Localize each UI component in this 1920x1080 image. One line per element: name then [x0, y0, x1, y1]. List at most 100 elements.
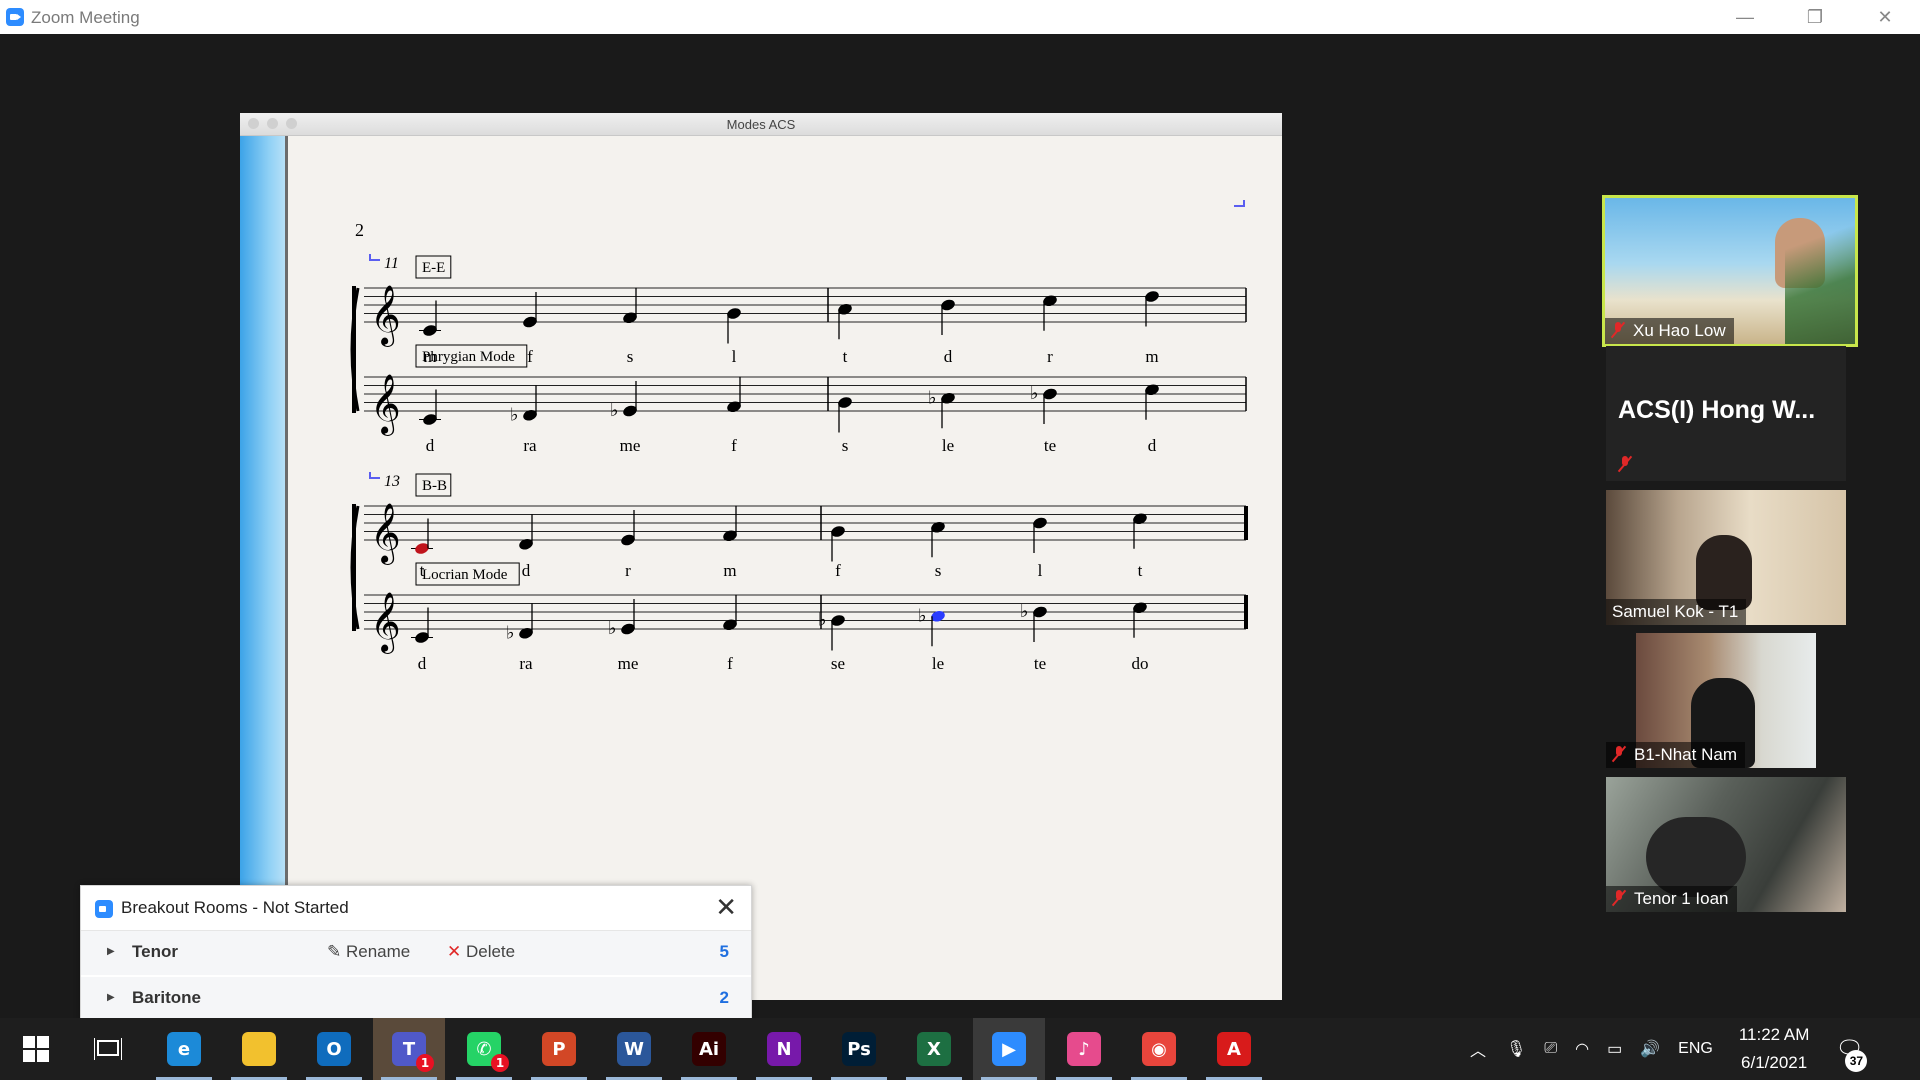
wifi-icon[interactable]: ◠	[1575, 1039, 1589, 1059]
photoshop-taskbar-button[interactable]: Ps	[823, 1018, 895, 1080]
microphone-icon[interactable]: 🎙	[1506, 1039, 1526, 1059]
treble-clef-icon: 𝄞	[370, 592, 401, 654]
participant-name: Samuel Kok - T1	[1612, 602, 1739, 621]
muted-mic-icon	[1612, 746, 1626, 762]
window-title: Zoom Meeting	[31, 8, 140, 27]
cue-mark	[1234, 200, 1245, 207]
solfege-syllable: l	[1038, 561, 1043, 580]
volume-icon[interactable]: 🔊	[1640, 1039, 1660, 1059]
solfege-syllable: l	[732, 347, 737, 366]
outlook-taskbar-button[interactable]: O	[298, 1018, 370, 1080]
itunes-taskbar-button[interactable]: ♪	[1048, 1018, 1120, 1080]
flat-sign: ♭	[1020, 601, 1029, 622]
flat-sign: ♭	[928, 387, 937, 408]
solfege-syllable: r	[1047, 347, 1053, 366]
solfege-syllable: ra	[523, 436, 537, 455]
solfege-syllable: r	[625, 561, 631, 580]
clock-time: 11:22 AM	[1738, 1025, 1810, 1044]
powerpoint-taskbar-button[interactable]: P	[523, 1018, 595, 1080]
solfege-syllable: le	[932, 654, 944, 673]
file-explorer-taskbar-button[interactable]	[223, 1018, 295, 1080]
participant-video	[1646, 817, 1746, 897]
solfege-syllable: ra	[519, 654, 533, 673]
expand-arrow-icon[interactable]: ▶	[107, 992, 115, 1003]
taskbar: e O T 1 ✆ 1 P W Ai N Ps X ▶ ♪ ◉ A ︿ 🎙 ⎚ ◠ ▭ 🔊 ENG 11:22…	[0, 1018, 1920, 1080]
photoshop-icon: Ps	[842, 1032, 876, 1066]
windows-icon	[23, 1036, 49, 1062]
system-tray: ︿ 🎙 ⎚ ◠ ▭ 🔊 ENG 11:22 AM 6/1/2021 🗨 37	[1470, 1018, 1868, 1080]
score-window-title: Modes ACS	[726, 117, 796, 132]
word-taskbar-button[interactable]: W	[598, 1018, 670, 1080]
solfege-syllable: te	[1034, 654, 1046, 673]
room-name: Baritone	[132, 988, 201, 1007]
solfege-syllable: d	[1148, 436, 1157, 455]
solfege-syllable: t	[1138, 561, 1143, 580]
illustrator-taskbar-button[interactable]: Ai	[673, 1018, 745, 1080]
breakout-room-row[interactable]: ▶ Tenor ✎ Rename ✕ Delete 5	[81, 931, 751, 977]
mode-label: Phrygian Mode	[422, 349, 515, 365]
edge-taskbar-button[interactable]: e	[148, 1018, 220, 1080]
acrobat-taskbar-button[interactable]: A	[1198, 1018, 1270, 1080]
participant-tile[interactable]: Samuel Kok - T1	[1606, 490, 1846, 625]
flat-sign: ♭	[608, 618, 617, 639]
page-number: 2	[355, 220, 364, 240]
zoom-icon	[95, 900, 113, 918]
teams-taskbar-button[interactable]: T1	[373, 1018, 445, 1080]
solfege-syllable: me	[618, 654, 639, 673]
participant-tile[interactable]: B1-Nhat Nam	[1606, 633, 1846, 768]
participant-tile[interactable]: ACS(I) Hong W...	[1606, 346, 1846, 481]
flat-sign: ♭	[1030, 383, 1039, 404]
room-name: Tenor	[132, 942, 178, 961]
language-indicator[interactable]: ENG	[1678, 1040, 1713, 1058]
flat-sign: ♭	[818, 610, 827, 631]
score-window-header: Modes ACS	[240, 113, 1282, 136]
solfege-syllable: d	[418, 654, 427, 673]
itunes-icon: ♪	[1067, 1032, 1101, 1066]
score-window: Modes ACS 2 11 𝄞 E-E m f s l t d r m 𝄞 Phrygian Mode…	[240, 113, 1282, 1000]
solfege-syllable: f	[727, 654, 733, 673]
delete-x-icon: ✕	[447, 942, 466, 961]
excel-taskbar-button[interactable]: X	[898, 1018, 970, 1080]
solfege-syllable: d	[426, 436, 435, 455]
show-hidden-icons-icon[interactable]: ︿	[1470, 1037, 1486, 1061]
start-button[interactable]	[0, 1018, 72, 1080]
remote-icon[interactable]: ⎚	[1544, 1040, 1557, 1058]
delete-button[interactable]: ✕ Delete	[447, 942, 515, 962]
flat-sign: ♭	[510, 404, 519, 425]
minimize-button[interactable]: —	[1710, 0, 1780, 34]
onenote-taskbar-button[interactable]: N	[748, 1018, 820, 1080]
close-button[interactable]: ✕	[1850, 0, 1920, 34]
clock[interactable]: 11:22 AM 6/1/2021	[1739, 1021, 1810, 1077]
solfege-syllable: m	[723, 561, 736, 580]
cue-mark	[369, 472, 380, 479]
breakout-room-row[interactable]: ▶ Baritone 2	[81, 977, 751, 1023]
whatsapp-icon: ✆ 1	[467, 1032, 509, 1072]
score-sheet: 2 11𝄞E-Em f s l t d r m𝄞Phrygian Moded♭ra♭me f s♭…	[350, 200, 1248, 673]
solfege-syllable: s	[935, 561, 942, 580]
expand-arrow-icon[interactable]: ▶	[107, 946, 115, 957]
mode-label: E-E	[422, 260, 445, 276]
task-view-button[interactable]	[72, 1018, 144, 1080]
mode-label: B-B	[422, 478, 447, 494]
chrome-icon: ◉	[1142, 1032, 1176, 1066]
rename-button[interactable]: ✎ Rename	[327, 942, 410, 962]
battery-icon[interactable]: ▭	[1607, 1039, 1622, 1059]
solfege-syllable: se	[831, 654, 845, 673]
badge-count: 1	[416, 1054, 434, 1072]
breakout-title: Breakout Rooms - Not Started	[121, 898, 349, 917]
notifications-button[interactable]: 🗨 37	[1835, 1036, 1868, 1072]
solfege-syllable: do	[1132, 654, 1149, 673]
zoom-icon	[6, 8, 24, 26]
whatsapp-taskbar-button[interactable]: ✆ 1	[448, 1018, 520, 1080]
solfege-syllable: f	[527, 347, 533, 366]
close-icon[interactable]: ✕	[715, 892, 737, 923]
participant-tile[interactable]: Xu Hao Low	[1602, 195, 1858, 347]
onenote-icon: N	[767, 1032, 801, 1066]
title-bar: Zoom Meeting — ❐ ✕	[0, 0, 1920, 34]
mode-label: Locrian Mode	[422, 567, 508, 583]
powerpoint-icon: P	[542, 1032, 576, 1066]
chrome-taskbar-button[interactable]: ◉	[1123, 1018, 1195, 1080]
participant-tile[interactable]: Tenor 1 Ioan	[1606, 777, 1846, 912]
restore-button[interactable]: ❐	[1780, 0, 1850, 34]
zoom-taskbar-button[interactable]: ▶	[973, 1018, 1045, 1080]
